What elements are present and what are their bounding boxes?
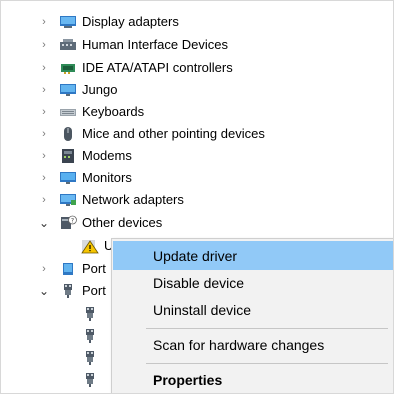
tree-item-label: Other devices <box>82 215 163 230</box>
hid-icon <box>59 37 77 53</box>
tree-item-ports[interactable]: › Port <box>39 258 106 280</box>
unknown-device-warning-icon <box>81 238 99 254</box>
chevron-right-icon[interactable]: › <box>39 258 49 280</box>
chevron-right-icon[interactable]: › <box>39 167 49 189</box>
usb-plug-icon <box>59 283 77 299</box>
tree-item-jungo[interactable]: › Jungo <box>39 79 117 101</box>
tree-item-label: Human Interface Devices <box>82 37 228 52</box>
chevron-down-icon[interactable]: ⌄ <box>39 212 49 234</box>
ide-controller-icon <box>59 60 77 76</box>
other-devices-icon: ? <box>59 215 77 231</box>
tree-item-port-child[interactable] <box>81 325 104 347</box>
tree-item-ports-expanded[interactable]: ⌄ Port <box>39 280 106 302</box>
chevron-right-icon[interactable]: › <box>39 79 49 101</box>
tree-item-label: Modems <box>82 148 132 163</box>
tree-item-port-child[interactable] <box>81 347 104 369</box>
keyboard-icon <box>59 104 77 120</box>
usb-plug-icon <box>81 328 99 344</box>
tree-item-display-adapters[interactable]: › Display adapters <box>39 11 179 33</box>
chevron-right-icon[interactable]: › <box>39 145 49 167</box>
properties-menu-item[interactable]: Properties <box>113 365 393 393</box>
network-adapter-icon <box>59 192 77 208</box>
uninstall-device-menu-item[interactable]: Uninstall device <box>113 295 393 324</box>
usb-plug-icon <box>81 372 99 388</box>
tree-item-label: IDE ATA/ATAPI controllers <box>82 60 233 75</box>
menu-separator <box>146 328 388 329</box>
chevron-right-icon[interactable]: › <box>39 34 49 56</box>
tree-item-label: Keyboards <box>82 104 145 119</box>
monitor-icon <box>59 82 77 98</box>
menu-item-label: Uninstall device <box>153 301 252 318</box>
disable-device-menu-item[interactable]: Disable device <box>113 268 393 297</box>
tree-item-unknown-device[interactable]: U <box>81 235 113 257</box>
tree-item-label: Monitors <box>82 170 132 185</box>
menu-item-label: Disable device <box>153 274 245 291</box>
tree-item-monitors[interactable]: › Monitors <box>39 167 132 189</box>
tree-item-port-child[interactable] <box>81 303 104 325</box>
mouse-icon <box>59 126 77 142</box>
menu-item-label: Properties <box>153 371 223 388</box>
monitor-icon <box>59 170 77 186</box>
chevron-right-icon[interactable]: › <box>39 11 49 33</box>
port-icon <box>59 261 77 277</box>
tree-item-label: Port <box>82 283 106 298</box>
device-manager-panel: › Display adapters › Human Interface Dev… <box>0 0 394 394</box>
tree-item-keyboards[interactable]: › Keyboards <box>39 101 144 123</box>
usb-plug-icon <box>81 306 99 322</box>
menu-separator <box>146 363 388 364</box>
update-driver-menu-item[interactable]: Update driver <box>113 241 393 270</box>
context-menu: Update driver Disable device Uninstall d… <box>111 238 393 393</box>
tree-item-port-child[interactable] <box>81 369 104 391</box>
tree-item-ide-controllers[interactable]: › IDE ATA/ATAPI controllers <box>39 57 233 79</box>
chevron-right-icon[interactable]: › <box>39 189 49 211</box>
scan-hardware-changes-menu-item[interactable]: Scan for hardware changes <box>113 330 393 359</box>
tree-item-label: Mice and other pointing devices <box>82 126 265 141</box>
tree-item-modems[interactable]: › Modems <box>39 145 132 167</box>
display-adapter-icon <box>59 14 77 30</box>
modem-icon <box>59 148 77 164</box>
svg-text:?: ? <box>71 218 74 225</box>
tree-item-label: Jungo <box>82 82 118 97</box>
chevron-right-icon[interactable]: › <box>39 57 49 79</box>
chevron-right-icon[interactable]: › <box>39 101 49 123</box>
menu-item-label: Scan for hardware changes <box>153 336 325 353</box>
tree-item-human-interface-devices[interactable]: › Human Interface Devices <box>39 34 228 56</box>
tree-item-network-adapters[interactable]: › Network adapters <box>39 189 184 211</box>
tree-item-label: Display adapters <box>82 14 179 29</box>
chevron-right-icon[interactable]: › <box>39 123 49 145</box>
tree-item-other-devices[interactable]: ⌄ ? Other devices <box>39 212 162 234</box>
tree-item-label: Port <box>82 261 106 276</box>
tree-item-mice[interactable]: › Mice and other pointing devices <box>39 123 265 145</box>
menu-item-label: Update driver <box>153 247 238 264</box>
usb-plug-icon <box>81 350 99 366</box>
chevron-down-icon[interactable]: ⌄ <box>39 280 49 302</box>
tree-item-label: Network adapters <box>82 192 184 207</box>
